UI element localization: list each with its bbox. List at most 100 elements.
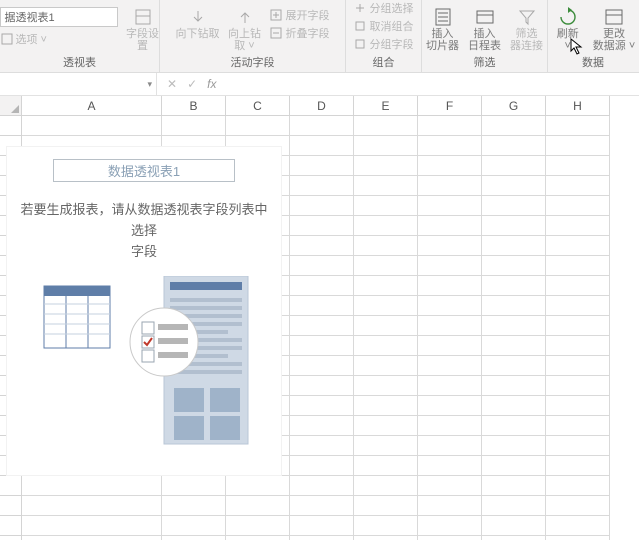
options-dropdown[interactable]: 选项 ˅ (0, 31, 47, 47)
formula-input[interactable] (226, 73, 639, 95)
name-box[interactable]: ▾ (0, 73, 157, 95)
cell[interactable] (546, 136, 610, 156)
cell[interactable] (354, 456, 418, 476)
cell[interactable] (290, 356, 354, 376)
column-header[interactable]: E (354, 96, 418, 116)
cell[interactable] (418, 116, 482, 136)
cell[interactable] (546, 236, 610, 256)
cell[interactable] (418, 456, 482, 476)
insert-function-button[interactable]: fx (207, 77, 216, 91)
row-header[interactable] (0, 116, 22, 136)
cell[interactable] (546, 176, 610, 196)
cell[interactable] (482, 396, 546, 416)
cell[interactable] (354, 536, 418, 540)
cell[interactable] (418, 176, 482, 196)
cell[interactable] (290, 256, 354, 276)
cell[interactable] (418, 216, 482, 236)
cell[interactable] (354, 396, 418, 416)
cell[interactable] (546, 156, 610, 176)
cell[interactable] (546, 516, 610, 536)
cell[interactable] (482, 176, 546, 196)
cell[interactable] (354, 496, 418, 516)
cell[interactable] (546, 256, 610, 276)
cell[interactable] (418, 256, 482, 276)
cell[interactable] (418, 376, 482, 396)
cell[interactable] (290, 416, 354, 436)
cell[interactable] (546, 456, 610, 476)
row-header[interactable] (0, 496, 22, 516)
cell[interactable] (418, 336, 482, 356)
cell[interactable] (546, 536, 610, 540)
cell[interactable] (354, 356, 418, 376)
cell[interactable] (290, 236, 354, 256)
cell[interactable] (482, 356, 546, 376)
cell[interactable] (354, 236, 418, 256)
column-header[interactable]: D (290, 96, 354, 116)
select-all-corner[interactable] (0, 96, 22, 116)
cell[interactable] (482, 336, 546, 356)
cell[interactable] (418, 516, 482, 536)
cell[interactable] (22, 516, 162, 536)
cell[interactable] (354, 256, 418, 276)
cell[interactable] (482, 196, 546, 216)
cell[interactable] (482, 316, 546, 336)
cell[interactable] (546, 316, 610, 336)
cell[interactable] (290, 276, 354, 296)
cell[interactable] (482, 296, 546, 316)
cell[interactable] (162, 496, 226, 516)
cell[interactable] (482, 116, 546, 136)
cell[interactable] (290, 296, 354, 316)
cell[interactable] (546, 396, 610, 416)
cell[interactable] (354, 276, 418, 296)
cell[interactable] (290, 336, 354, 356)
cell[interactable] (354, 476, 418, 496)
cell[interactable] (546, 436, 610, 456)
cell[interactable] (226, 516, 290, 536)
cell[interactable] (290, 496, 354, 516)
cell[interactable] (418, 156, 482, 176)
cell[interactable] (290, 516, 354, 536)
cell[interactable] (290, 216, 354, 236)
cell[interactable] (482, 276, 546, 296)
cell[interactable] (418, 296, 482, 316)
cell[interactable] (354, 196, 418, 216)
cell[interactable] (418, 196, 482, 216)
cell[interactable] (418, 496, 482, 516)
change-data-source-button[interactable]: 更改 数据源 ˅ (593, 7, 635, 52)
cell[interactable] (354, 516, 418, 536)
cell[interactable] (482, 536, 546, 540)
cell[interactable] (482, 136, 546, 156)
cell[interactable] (482, 516, 546, 536)
cell[interactable] (418, 436, 482, 456)
column-header[interactable]: H (546, 96, 610, 116)
cell[interactable] (290, 376, 354, 396)
cell[interactable] (226, 476, 290, 496)
cell[interactable] (354, 336, 418, 356)
cell[interactable] (290, 396, 354, 416)
cell[interactable] (354, 116, 418, 136)
cell[interactable] (482, 256, 546, 276)
column-header[interactable]: C (226, 96, 290, 116)
cell[interactable] (290, 156, 354, 176)
cell[interactable] (418, 416, 482, 436)
insert-timeline-button[interactable]: 插入 日程表 (468, 7, 502, 52)
cell[interactable] (482, 376, 546, 396)
cell[interactable] (418, 396, 482, 416)
cell[interactable] (354, 436, 418, 456)
cell[interactable] (418, 316, 482, 336)
column-header[interactable]: A (22, 96, 162, 116)
cell[interactable] (482, 156, 546, 176)
cell[interactable] (418, 536, 482, 540)
column-header[interactable]: F (418, 96, 482, 116)
cell[interactable] (290, 316, 354, 336)
cell[interactable] (290, 536, 354, 540)
row-header[interactable] (0, 476, 22, 496)
cell[interactable] (290, 176, 354, 196)
cell[interactable] (546, 496, 610, 516)
cell[interactable] (162, 476, 226, 496)
cell[interactable] (354, 376, 418, 396)
cell[interactable] (546, 376, 610, 396)
cell[interactable] (546, 196, 610, 216)
cell[interactable] (226, 116, 290, 136)
cell[interactable] (418, 356, 482, 376)
